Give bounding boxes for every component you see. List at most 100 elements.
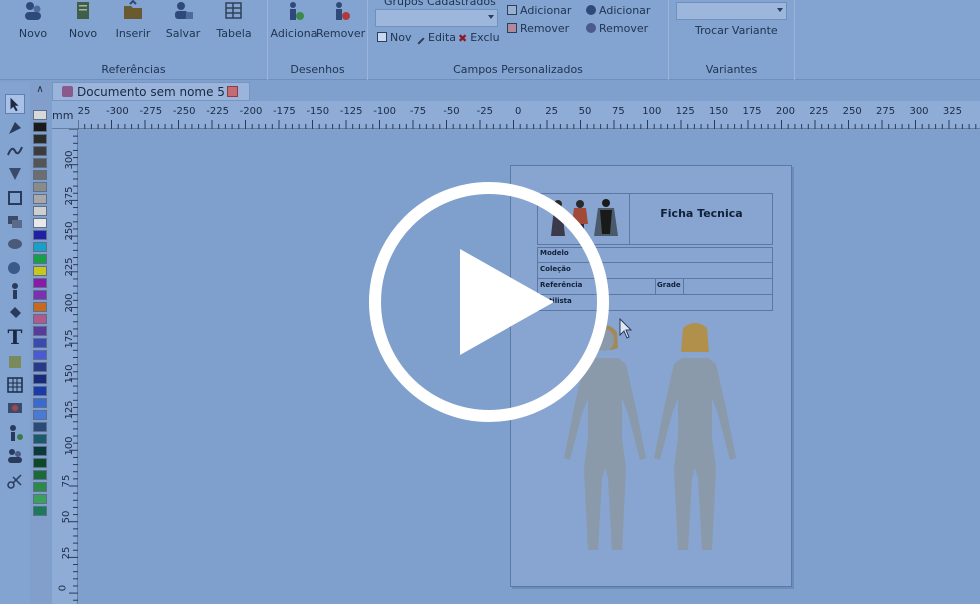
color-swatch[interactable] bbox=[33, 218, 47, 228]
group-campos-label: Campos Personalizados bbox=[453, 63, 583, 76]
adicionar-desenho-label: Adiciona bbox=[270, 27, 318, 40]
editar-campo-button[interactable]: Edita bbox=[417, 31, 457, 45]
ruler-tick-label: -75 bbox=[409, 106, 427, 117]
color-swatch[interactable] bbox=[33, 458, 47, 468]
ruler-tick-label: -125 bbox=[339, 106, 363, 117]
excluir-campo-button[interactable]: ✖ Exclu bbox=[458, 31, 500, 45]
body-silhouette-back bbox=[654, 323, 736, 550]
tabela-button[interactable]: Tabela bbox=[210, 0, 258, 46]
palette-header-icon[interactable]: ∧ bbox=[33, 84, 47, 98]
color-swatch[interactable] bbox=[33, 338, 47, 348]
fill-tool-icon[interactable] bbox=[5, 258, 25, 278]
adicionar-campo-button-2[interactable]: Adicionar bbox=[586, 4, 650, 17]
figure-tool-icon[interactable] bbox=[5, 281, 25, 301]
ruler-tick-label: -50 bbox=[443, 106, 460, 117]
grupos-cadastrados-select[interactable] bbox=[375, 9, 498, 27]
color-swatch[interactable] bbox=[33, 470, 47, 480]
paint-bucket-tool-icon[interactable] bbox=[5, 304, 25, 324]
color-swatch[interactable] bbox=[33, 134, 47, 144]
people-tool-icon[interactable] bbox=[5, 446, 25, 466]
color-swatch[interactable] bbox=[33, 398, 47, 408]
inserir-button[interactable]: Inserir bbox=[109, 0, 157, 46]
pen-tool-icon[interactable] bbox=[5, 118, 25, 138]
remover-campo-label-1: Remover bbox=[520, 22, 570, 35]
color-swatch[interactable] bbox=[33, 350, 47, 360]
chevron-down-icon bbox=[488, 15, 494, 19]
scissors-tool-icon[interactable] bbox=[5, 471, 25, 491]
adicionar-desenho-button[interactable]: Adiciona bbox=[270, 0, 318, 46]
color-swatch[interactable] bbox=[33, 182, 47, 192]
color-swatch[interactable] bbox=[33, 254, 47, 264]
novo-campo-button[interactable]: Nov bbox=[377, 31, 411, 44]
color-swatch[interactable] bbox=[33, 410, 47, 420]
color-swatch[interactable] bbox=[33, 386, 47, 396]
color-swatch[interactable] bbox=[33, 122, 47, 132]
field-grade: Grade bbox=[657, 281, 681, 289]
grid-remove-icon bbox=[507, 23, 517, 33]
group-referencias: Novo Novo Inserir Salvar Tabela Referênc… bbox=[0, 0, 268, 80]
ruler-unit: mm bbox=[52, 109, 74, 122]
remover-desenho-label: Remover bbox=[316, 27, 366, 40]
ruler-tick-label: 50 bbox=[578, 106, 592, 117]
group-referencias-label: Referências bbox=[101, 63, 166, 76]
remover-campo-label-2: Remover bbox=[599, 22, 649, 35]
color-swatch[interactable] bbox=[33, 278, 47, 288]
color-swatch[interactable] bbox=[33, 242, 47, 252]
novo-documento-button[interactable]: Novo bbox=[59, 0, 107, 46]
color-swatch[interactable] bbox=[33, 266, 47, 276]
color-swatch[interactable] bbox=[33, 206, 47, 216]
text-tool-icon[interactable]: T bbox=[5, 327, 25, 347]
shape-tool-icon[interactable] bbox=[5, 164, 25, 184]
trocar-variante-button[interactable]: Trocar Variante bbox=[695, 24, 778, 37]
select-arrow-tool-icon[interactable] bbox=[5, 94, 25, 114]
ruler-tick-label: -275 bbox=[139, 106, 163, 117]
ribbon: Novo Novo Inserir Salvar Tabela Referênc… bbox=[0, 0, 980, 80]
freehand-tool-icon[interactable] bbox=[5, 141, 25, 161]
ellipse-tool-icon[interactable] bbox=[5, 234, 25, 254]
pencil-icon bbox=[417, 37, 425, 45]
color-swatch[interactable] bbox=[33, 482, 47, 492]
color-swatch[interactable] bbox=[33, 146, 47, 156]
remover-campo-button-1[interactable]: Remover bbox=[507, 22, 569, 35]
color-swatch[interactable] bbox=[33, 290, 47, 300]
grid-tool-icon[interactable] bbox=[5, 375, 25, 395]
color-swatch[interactable] bbox=[33, 506, 47, 516]
group-variantes-label: Variantes bbox=[705, 63, 758, 76]
document-tab-icon bbox=[62, 86, 73, 97]
color-swatch[interactable] bbox=[33, 194, 47, 204]
layers-tool-icon[interactable] bbox=[5, 211, 25, 231]
image-tool-icon[interactable] bbox=[5, 352, 25, 372]
novo-referencia-button[interactable]: Novo bbox=[9, 0, 57, 46]
adicionar-campo-label-2: Adicionar bbox=[599, 4, 651, 17]
color-swatch[interactable] bbox=[33, 422, 47, 432]
remover-desenho-button[interactable]: Remover bbox=[316, 0, 366, 46]
ruler-tick-label: 150 bbox=[709, 106, 729, 117]
close-tab-icon[interactable] bbox=[227, 86, 238, 97]
color-swatch[interactable] bbox=[33, 230, 47, 240]
color-swatch[interactable] bbox=[33, 434, 47, 444]
crop-tool-icon[interactable] bbox=[5, 188, 25, 208]
color-swatch[interactable] bbox=[33, 170, 47, 180]
remover-campo-button-2[interactable]: Remover bbox=[586, 22, 648, 35]
photo-tool-icon[interactable] bbox=[5, 398, 25, 418]
ruler-tick-label: 75 bbox=[612, 106, 625, 117]
adicionar-campo-button-1[interactable]: Adicionar bbox=[507, 4, 571, 17]
color-swatch[interactable] bbox=[33, 494, 47, 504]
color-swatch[interactable] bbox=[33, 158, 47, 168]
ruler-tick-label: 25 bbox=[77, 106, 91, 117]
color-swatch[interactable] bbox=[33, 326, 47, 336]
editar-campo-label: Edita bbox=[428, 31, 457, 44]
add-figure-tool-icon[interactable] bbox=[5, 423, 25, 443]
color-swatch[interactable] bbox=[33, 314, 47, 324]
color-swatch[interactable] bbox=[33, 302, 47, 312]
video-play-button[interactable] bbox=[368, 181, 610, 423]
color-swatch[interactable] bbox=[33, 374, 47, 384]
color-swatch[interactable] bbox=[33, 446, 47, 456]
salvar-button[interactable]: Salvar bbox=[159, 0, 207, 46]
add-figure-icon bbox=[290, 2, 304, 20]
save-people-icon bbox=[175, 2, 193, 19]
document-tab[interactable]: Documento sem nome 5 * bbox=[52, 82, 250, 101]
variante-select[interactable] bbox=[676, 2, 787, 20]
color-swatch[interactable] bbox=[33, 362, 47, 372]
no-color-swatch[interactable] bbox=[33, 110, 47, 120]
